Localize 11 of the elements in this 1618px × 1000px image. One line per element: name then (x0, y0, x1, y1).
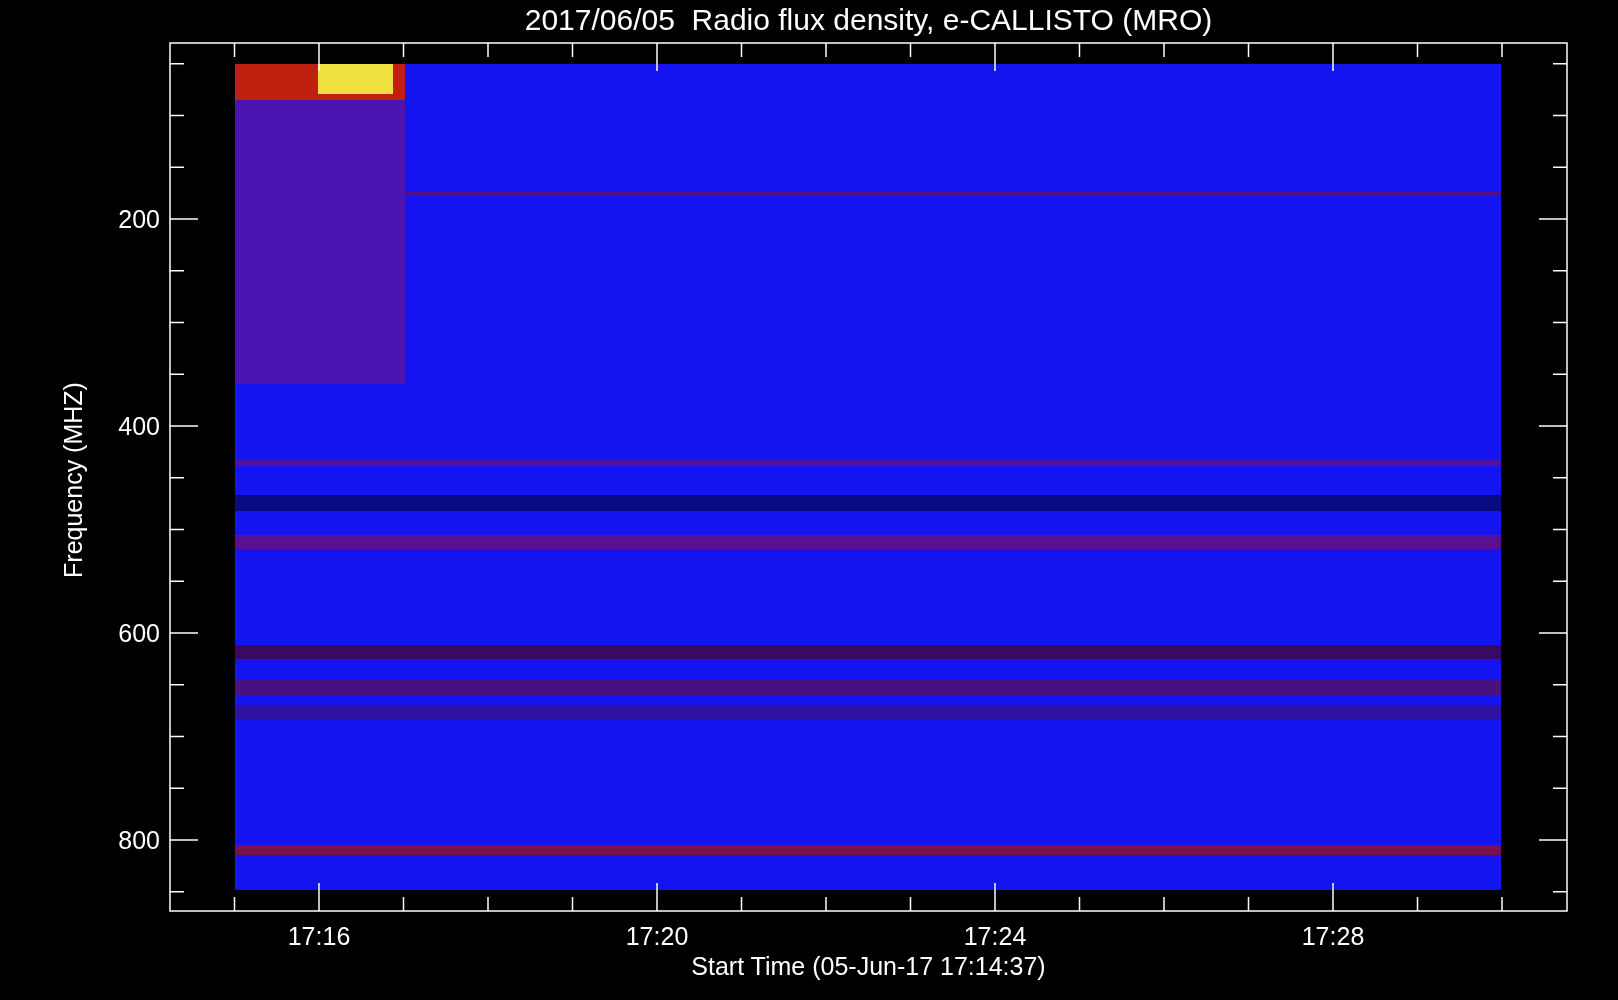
tick-label: 600 (118, 619, 160, 647)
tick-label: 17:20 (625, 922, 689, 950)
x-axis-label: Start Time (05-Jun-17 17:14:37) (691, 952, 1046, 980)
tick-label: 17:16 (287, 922, 351, 950)
tick-label: 400 (118, 412, 160, 440)
tick-label: 17:24 (963, 922, 1027, 950)
y-axis-label: Frequency (MHZ) (59, 382, 87, 578)
tick-label: 200 (118, 205, 160, 233)
tick-label: 17:28 (1301, 922, 1365, 950)
chart-title: 2017/06/05 Radio flux density, e-CALLISTO (MRO) (524, 3, 1213, 36)
tick-label: 800 (118, 826, 160, 854)
